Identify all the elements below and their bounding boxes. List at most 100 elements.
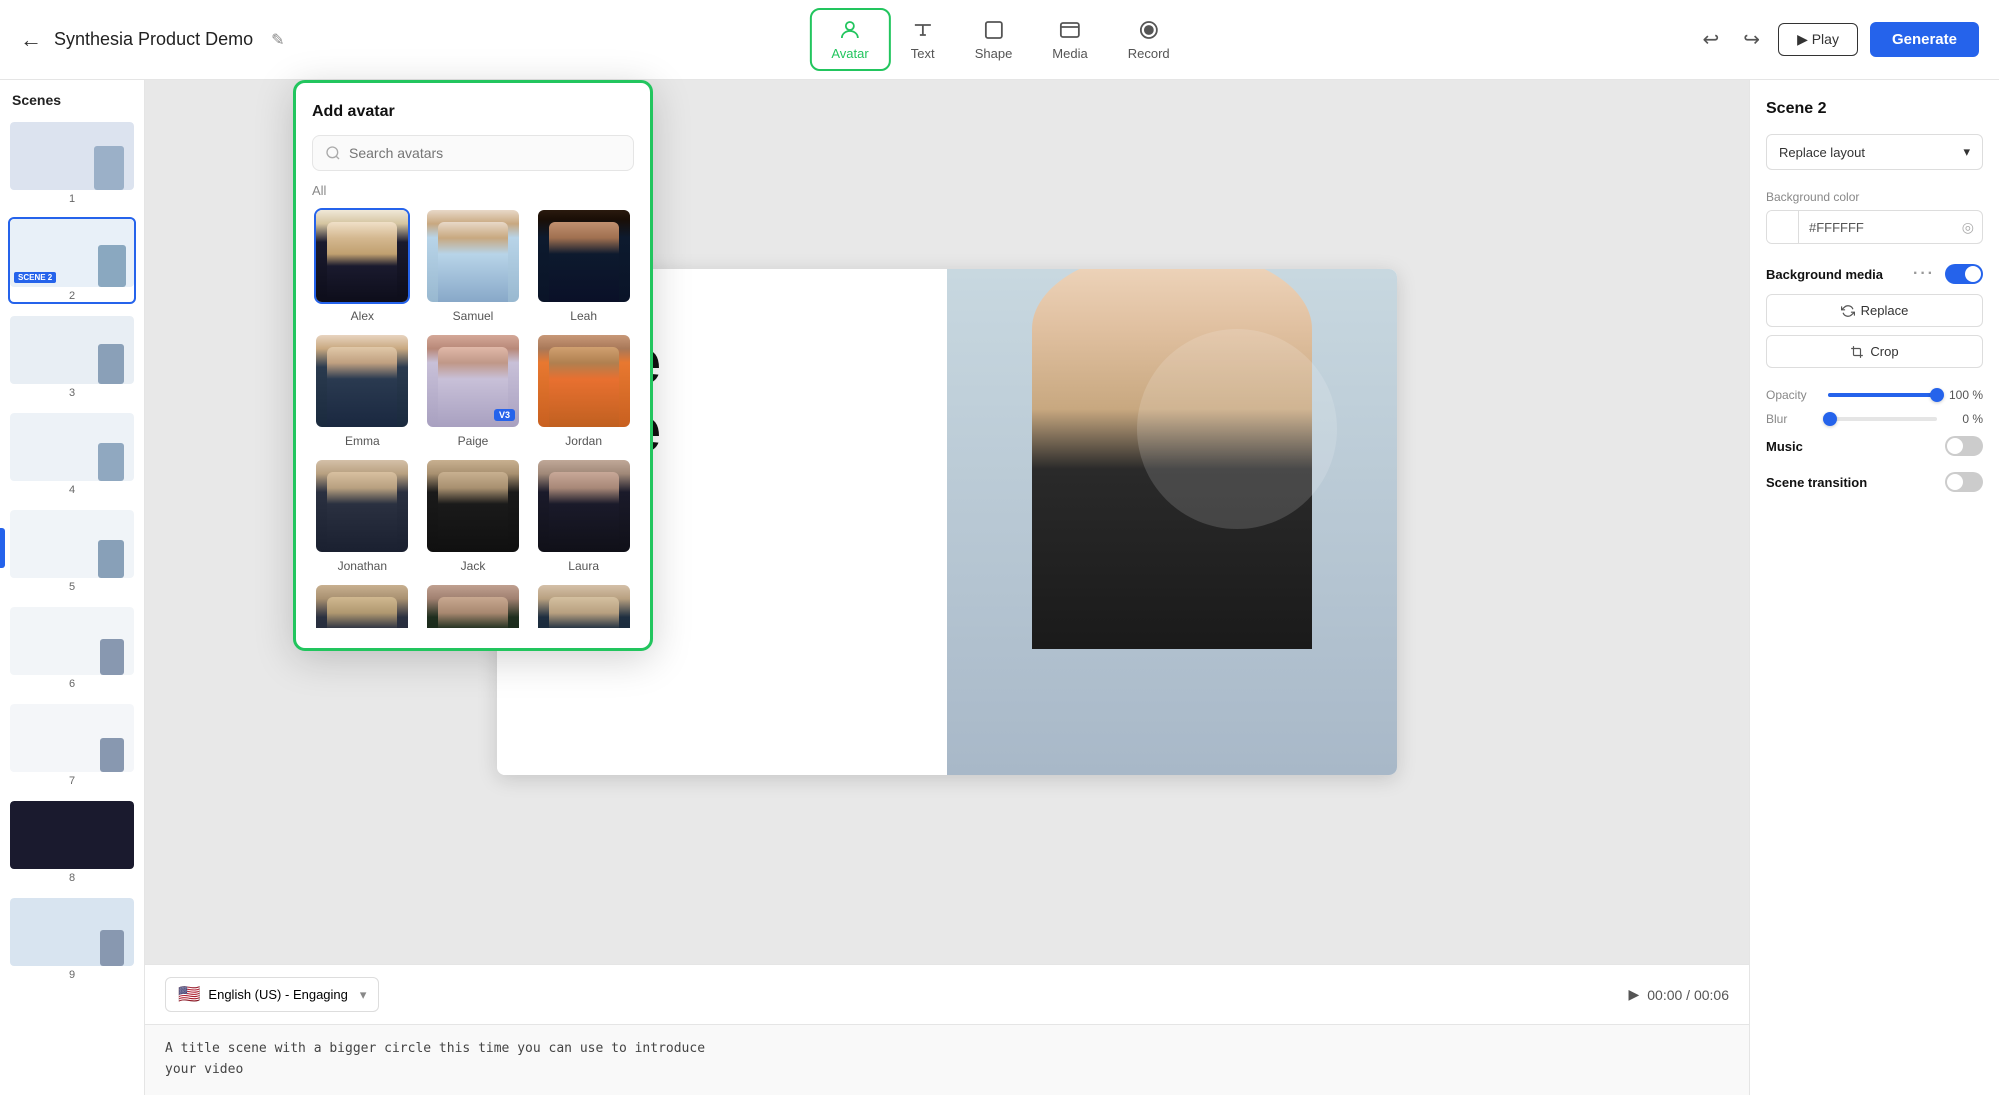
music-label: Music [1766,439,1803,454]
canvas-bottom: 🇺🇸 English (US) - Engaging ▾ ▶ 00:00 / 0… [145,964,1749,1024]
avatar-cell-alex[interactable]: Alex [312,208,413,323]
scene-number: 4 [10,484,134,496]
scene-item[interactable]: 6 [8,605,136,692]
topbar-nav: Avatar Text Shape Media [809,8,1189,71]
scene-transition-row: Scene transition [1766,472,1983,492]
project-title: Synthesia Product Demo [54,29,253,50]
replace-layout-value: Replace layout [1779,145,1865,160]
opacity-slider[interactable] [1828,393,1937,397]
scene-label: Scene 2 [1766,100,1983,118]
avatar-cell-laura[interactable]: Laura [533,458,634,573]
avatar-img-emma [314,333,410,429]
avatar-img-paige: V3 [425,333,521,429]
nav-record-button[interactable]: Record [1108,10,1190,69]
nav-shape-button[interactable]: Shape [955,10,1033,69]
avatar-cell-leah[interactable]: Leah [533,208,634,323]
flag-icon: 🇺🇸 [178,984,200,1005]
replace-layout-dropdown[interactable]: Replace layout ▾ [1766,134,1983,170]
three-dots-icon[interactable]: ··· [1913,265,1935,283]
canvas-inner: YOUR LOGO Inse vide her Add sub-t [145,80,1749,964]
generate-button[interactable]: Generate [1870,22,1979,57]
toggle-knob [1947,438,1963,454]
avatar-cell-jordan[interactable]: Jordan [533,333,634,448]
edit-icon[interactable]: ✎ [271,30,284,50]
scene-thumb [10,510,134,578]
avatar-cell-jonathan[interactable]: Jonathan [312,458,413,573]
play-icon[interactable]: ▶ [1628,986,1639,1003]
nav-shape-label: Shape [975,46,1013,61]
play-button[interactable]: ▶ Play [1778,23,1858,56]
avatar-img-laura [536,458,632,554]
background-media-label: Background media [1766,267,1883,282]
avatar-cell-samuel[interactable]: Samuel [423,208,524,323]
caption-area: A title scene with a bigger circle this … [145,1024,1749,1095]
scene-number: 2 [10,290,134,302]
nav-avatar-button[interactable]: Avatar [809,8,890,71]
opacity-thumb[interactable] [1930,388,1944,402]
crop-icon [1850,345,1864,359]
background-media-field: Background media ··· Replace Crop [1766,264,1983,368]
scene-item[interactable]: 3 [8,314,136,401]
avatar-bg [427,585,519,628]
avatar-cell-row4b[interactable] [423,583,524,628]
avatar-img-row4c [536,583,632,628]
scene-thumb: SCENE 2 [10,219,134,287]
background-color-field: Background color #FFFFFF ◎ [1766,190,1983,244]
scene-item[interactable]: 5 [8,508,136,595]
blur-slider[interactable] [1828,417,1937,421]
blur-thumb[interactable] [1823,412,1837,426]
avatar-img-row4b [425,583,521,628]
scene-transition-label: Scene transition [1766,475,1867,490]
avatar-cell-jack[interactable]: Jack [423,458,524,573]
color-hex: #FFFFFF [1799,220,1954,235]
scene-item[interactable]: 9 [8,896,136,983]
left-accent [0,528,5,568]
avatar-bg [538,210,630,302]
blur-value: 0 % [1947,412,1983,426]
topbar-right: ↩ ↪ ▶ Play Generate [1697,21,1979,58]
redo-button[interactable]: ↪ [1737,21,1766,58]
background-color-row[interactable]: #FFFFFF ◎ [1766,210,1983,244]
avatar-popup: Add avatar All [293,80,653,651]
timecode: ▶ 00:00 / 00:06 [1628,986,1729,1003]
nav-avatar-label: Avatar [831,46,868,61]
background-color-label: Background color [1766,190,1983,204]
toggle-knob [1947,474,1963,490]
avatar-cell-emma[interactable]: Emma [312,333,413,448]
nav-text-button[interactable]: Text [891,10,955,69]
scene-number: 5 [10,581,134,593]
scene-item[interactable]: SCENE 2 2 [8,217,136,304]
opacity-label: Opacity [1766,388,1818,402]
undo-button[interactable]: ↩ [1697,21,1726,58]
background-media-section: Background media ··· [1766,264,1983,284]
scene-number: 6 [10,678,134,690]
search-input[interactable] [349,145,621,161]
main-layout: Scenes 1 SCENE 2 2 3 [0,80,1999,1095]
back-button[interactable]: ← [20,27,42,53]
scene-item[interactable]: 7 [8,702,136,789]
scenes-title: Scenes [8,92,136,108]
replace-button[interactable]: Replace [1766,294,1983,327]
language-selector[interactable]: 🇺🇸 English (US) - Engaging ▾ [165,977,379,1012]
scene-item[interactable]: 4 [8,411,136,498]
avatar-bg [538,585,630,628]
avatar-bg [316,460,408,552]
scene-transition-toggle[interactable] [1945,472,1983,492]
scene-number: 7 [10,775,134,787]
avatar-cell-paige[interactable]: V3 Paige [423,333,524,448]
scene-item[interactable]: 1 [8,120,136,207]
scene-thumb [10,607,134,675]
nav-media-button[interactable]: Media [1032,10,1107,69]
crop-button[interactable]: Crop [1766,335,1983,368]
avatar-cell-row4a[interactable] [312,583,413,628]
music-toggle[interactable] [1945,436,1983,456]
caption-line2: your video [165,1060,1729,1081]
avatar-cell-row4c[interactable] [533,583,634,628]
background-media-toggle[interactable] [1945,264,1983,284]
search-bar[interactable] [312,135,634,171]
scene-item[interactable]: 8 [8,799,136,886]
color-picker-icon[interactable]: ◎ [1954,219,1982,236]
avatar-bg [316,335,408,427]
blur-label: Blur [1766,412,1818,426]
scene-thumb [10,704,134,772]
